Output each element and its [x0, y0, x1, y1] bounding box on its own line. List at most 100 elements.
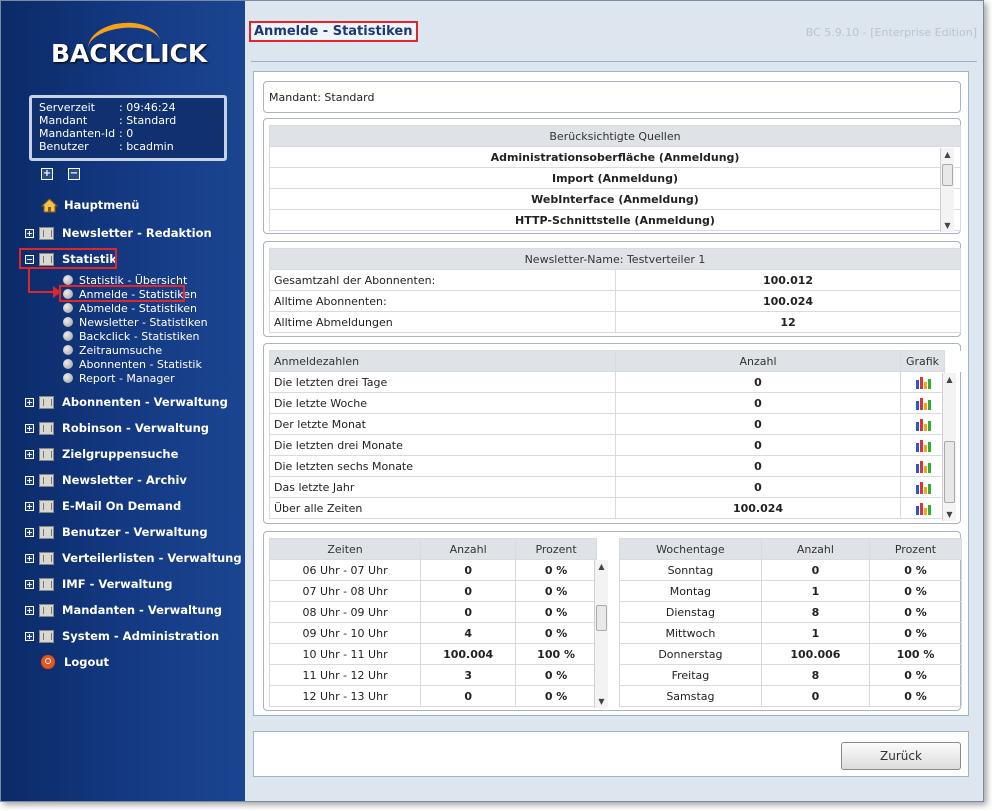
nav-newsletter-archiv[interactable]: + Newsletter - Archiv: [25, 470, 187, 490]
book-icon: [39, 395, 54, 409]
table-row: Import (Anmeldung): [269, 167, 961, 189]
expand-icon[interactable]: +: [25, 501, 34, 511]
subnav-abmelde-statistiken[interactable]: Abmelde - Statistiken: [63, 301, 197, 315]
column-header: Anzahl: [760, 538, 870, 560]
back-button[interactable]: Zurück: [841, 742, 961, 770]
nav-logout[interactable]: Logout: [41, 652, 109, 672]
zeiten-scrollbar[interactable]: ▲ ▼: [594, 560, 608, 708]
expand-icon[interactable]: +: [25, 423, 34, 433]
scroll-down-icon[interactable]: ▼: [595, 695, 608, 708]
scroll-up-icon[interactable]: ▲: [941, 148, 954, 161]
nav-email-on-demand[interactable]: + E-Mail On Demand: [25, 496, 181, 516]
expand-icon[interactable]: +: [25, 631, 34, 641]
expand-icon[interactable]: +: [25, 579, 34, 589]
nav-robinson-verwaltung[interactable]: + Robinson - Verwaltung: [25, 418, 209, 438]
collapse-all-icon[interactable]: −: [68, 168, 80, 180]
nav-hauptmenu[interactable]: Hauptmenü: [40, 195, 139, 215]
info-label: Mandanten-Id: [39, 127, 116, 140]
expand-icon[interactable]: +: [25, 397, 34, 407]
expand-all-icon[interactable]: +: [41, 168, 53, 180]
bullet-icon: [63, 345, 73, 355]
bar-chart-icon[interactable]: [914, 480, 932, 494]
nav-mandanten-verwaltung[interactable]: + Mandanten - Verwaltung: [25, 600, 222, 620]
nav-zielgruppensuche[interactable]: + Zielgruppensuche: [25, 444, 178, 464]
column-header: Newsletter-Name: Testverteiler 1: [269, 248, 961, 270]
table-cell: 0: [615, 476, 901, 498]
column-header: Anzahl: [615, 350, 901, 372]
table-cell: Die letzten sechs Monate: [269, 455, 616, 477]
nav-system-administration[interactable]: + System - Administration: [25, 626, 219, 646]
highlight-box: [59, 285, 185, 302]
nav-label: Zielgruppensuche: [62, 447, 179, 461]
table-row: 07 Uhr - 08 Uhr 0 0 %: [268, 580, 597, 602]
scroll-up-icon[interactable]: ▲: [943, 373, 956, 386]
nav-label: Newsletter - Archiv: [62, 473, 187, 487]
scroll-down-icon[interactable]: ▼: [941, 219, 954, 232]
table-cell: 0 %: [515, 685, 597, 707]
subnav-label: Abmelde - Statistiken: [79, 301, 197, 315]
subnav-report-manager[interactable]: Report - Manager: [63, 371, 175, 385]
anmeldezahlen-scrollbar[interactable]: ▲ ▼: [942, 373, 956, 521]
table-row: Donnerstag 100.006 100 %: [619, 643, 963, 665]
table-cell: [900, 413, 945, 435]
tree-toggles: + −: [41, 168, 80, 180]
main-area: Anmelde - Statistiken BC 5.9.10 - [Enter…: [245, 1, 983, 801]
expand-icon[interactable]: +: [25, 553, 34, 563]
nav-label: Newsletter - Redaktion: [62, 226, 212, 240]
table-cell: 100.024: [615, 497, 901, 519]
scroll-down-icon[interactable]: ▼: [943, 508, 956, 521]
quellen-scrollbar[interactable]: ▲ ▼: [940, 148, 954, 232]
expand-icon[interactable]: +: [25, 228, 34, 238]
mandant-label: Mandant: Standard: [269, 91, 375, 104]
logo-text: BACKCLICK: [51, 39, 208, 68]
table-cell: 100.006: [760, 643, 870, 665]
expand-icon[interactable]: +: [25, 527, 34, 537]
nav-newsletter-redaktion[interactable]: + Newsletter - Redaktion: [25, 223, 212, 243]
bar-chart-icon[interactable]: [914, 438, 932, 452]
version-label: BC 5.9.10 - [Enterprise Edition]: [805, 26, 977, 39]
scroll-up-icon[interactable]: ▲: [595, 560, 608, 573]
table-cell: Alltime Abonnenten:: [269, 290, 616, 312]
expand-icon[interactable]: +: [25, 449, 34, 459]
book-icon: [39, 226, 54, 240]
subnav-zeitraumsuche[interactable]: Zeitraumsuche: [63, 343, 162, 357]
backclick-logo: BACKCLICK: [51, 19, 211, 83]
bar-chart-icon[interactable]: [914, 375, 932, 389]
table-row: WebInterface (Anmeldung): [269, 188, 961, 210]
bullet-icon: [63, 373, 73, 383]
bar-chart-icon[interactable]: [914, 396, 932, 410]
quellen-panel: Berücksichtigte Quellen Administrationso…: [263, 118, 961, 234]
scroll-thumb[interactable]: [942, 164, 953, 186]
nav-verteilerlisten-verwaltung[interactable]: + Verteilerlisten - Verwaltung: [25, 548, 242, 568]
nav-abonnenten-verwaltung[interactable]: + Abonnenten - Verwaltung: [25, 392, 228, 412]
subnav-backclick-statistiken[interactable]: Backclick - Statistiken: [63, 329, 199, 343]
table-cell: 12 Uhr - 13 Uhr: [268, 685, 422, 707]
subnav-label: Backclick - Statistiken: [79, 329, 200, 343]
book-icon: [39, 473, 54, 487]
table-row: Administrationsoberfläche (Anmeldung): [269, 146, 961, 168]
table-cell: 06 Uhr - 07 Uhr: [268, 559, 422, 581]
scroll-thumb[interactable]: [944, 441, 955, 503]
bar-chart-icon[interactable]: [914, 417, 932, 431]
sidebar: BACKCLICK Serverzeit: 09:46:24 Mandant: …: [1, 1, 245, 801]
table-cell: Das letzte Jahr: [269, 476, 616, 498]
subnav-abonnenten-statistik[interactable]: Abonnenten - Statistik: [63, 357, 202, 371]
table-cell: 0: [420, 601, 517, 623]
scroll-thumb[interactable]: [596, 605, 607, 631]
table-row: HTTP-Schnittstelle (Anmeldung): [269, 209, 961, 231]
nav-imf-verwaltung[interactable]: + IMF - Verwaltung: [25, 574, 173, 594]
bar-chart-icon[interactable]: [914, 459, 932, 473]
expand-icon[interactable]: +: [25, 605, 34, 615]
nav-label: E-Mail On Demand: [62, 499, 182, 513]
expand-icon[interactable]: +: [25, 475, 34, 485]
nav-label: Robinson - Verwaltung: [62, 421, 210, 435]
bullet-icon: [63, 331, 73, 341]
nav-label: Logout: [64, 655, 110, 669]
server-info-box: Serverzeit: 09:46:24 Mandant: Standard M…: [29, 95, 227, 161]
zeiten-table: Zeiten Anzahl Prozent 06 Uhr - 07 Uhr 0 0 % 0…: [268, 538, 597, 707]
table-cell: Sonntag: [619, 559, 762, 581]
subnav-newsletter-statistiken[interactable]: Newsletter - Statistiken: [63, 315, 208, 329]
table-cell: 0 %: [515, 580, 597, 602]
nav-benutzer-verwaltung[interactable]: + Benutzer - Verwaltung: [25, 522, 208, 542]
bar-chart-icon[interactable]: [914, 501, 932, 515]
